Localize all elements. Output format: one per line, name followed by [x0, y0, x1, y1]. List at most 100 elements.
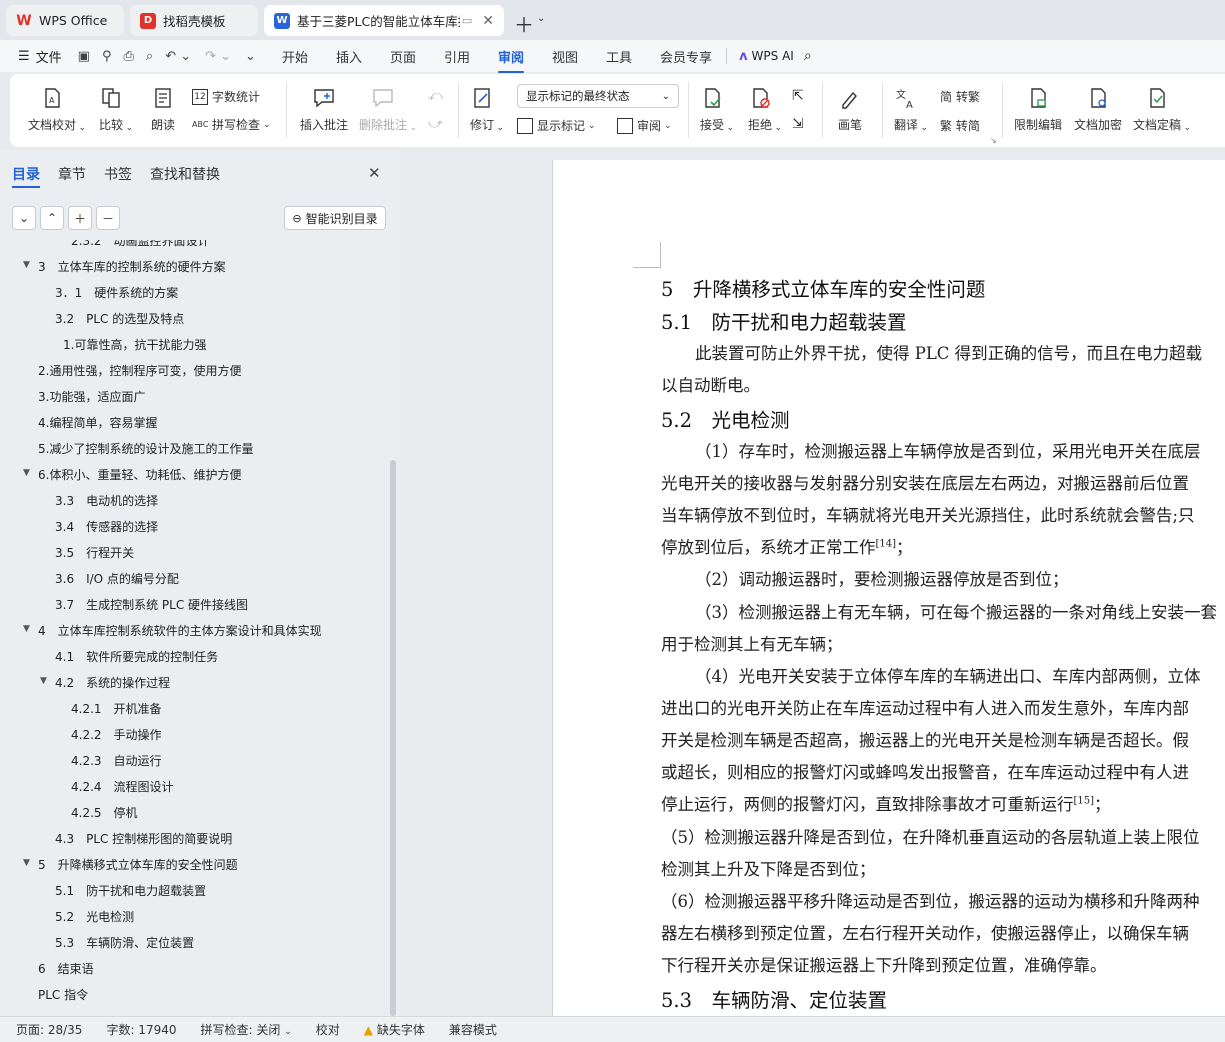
citation[interactable]: [15]	[1074, 796, 1095, 807]
scrollbar[interactable]	[390, 460, 396, 1016]
tab-find-replace[interactable]: 查找和替换	[150, 164, 220, 184]
accept-button[interactable]: 接受 ⌄	[700, 86, 734, 133]
toc-item[interactable]: 3.6 I/O 点的编号分配	[55, 570, 179, 587]
pen-button[interactable]: 画笔	[838, 86, 862, 133]
menu-page[interactable]: 页面	[390, 47, 416, 66]
wps-ai-icon[interactable]: ʌ	[739, 49, 747, 64]
toc-item[interactable]: 4.2.3 自动运行	[71, 752, 162, 769]
menu-reference[interactable]: 引用	[444, 47, 470, 66]
toc-item[interactable]: 6 结束语	[38, 960, 94, 977]
toc-item[interactable]: 2.通用性强，控制程序可变，使用方便	[38, 362, 241, 379]
toc-item[interactable]: ▼ 4.2 系统的操作过程	[40, 674, 170, 691]
toc-item[interactable]: 3.7 生成控制系统 PLC 硬件接线图	[55, 596, 248, 613]
close-icon[interactable]: ✕	[368, 164, 381, 182]
toc-item[interactable]: 4.2.5 停机	[71, 804, 138, 821]
toc-item[interactable]: 3.2 PLC 的选型及特点	[55, 310, 184, 327]
tab-chapters[interactable]: 章节	[58, 164, 86, 184]
menu-start[interactable]: 开始	[282, 47, 308, 66]
prev-comment-icon[interactable]: ⤺	[428, 88, 443, 104]
toc-item[interactable]: 4.2.4 流程图设计	[71, 778, 174, 795]
compare-button[interactable]: 比较 ⌄	[99, 86, 133, 133]
document-page[interactable]: 5 升降横移式立体车库的安全性问题 5.1 防干扰和电力超载装置 此装置可防止外…	[552, 160, 1225, 1016]
tab-docer-templates[interactable]: D 找稻壳模板	[130, 5, 258, 36]
toc-item[interactable]: ▼ 3 立体车库的控制系统的硬件方案	[23, 258, 226, 275]
delete-comment-button[interactable]: 删除批注 ⌄	[359, 86, 417, 133]
expand-group-icon[interactable]: ↘	[990, 136, 997, 145]
word-count-button[interactable]: 12 字数统计	[192, 88, 260, 105]
word-count[interactable]: 字数: 17940	[106, 1021, 176, 1038]
track-changes-button[interactable]: 修订 ⌄	[470, 86, 504, 133]
missing-font-button[interactable]: ▲ 缺失字体	[364, 1021, 425, 1038]
toc-item[interactable]: PLC 指令	[38, 986, 88, 1003]
toc-item[interactable]: 4.2.1 开机准备	[71, 700, 162, 717]
expand-arrow-icon[interactable]: ▼	[23, 858, 30, 868]
toc-item[interactable]: 5.减少了控制系统的设计及施工的工作量	[38, 440, 253, 457]
more-icon[interactable]: ⌄	[245, 49, 256, 64]
toc-item[interactable]: 4.编程简单，容易掌握	[38, 414, 157, 431]
menu-view[interactable]: 视图	[552, 47, 578, 66]
close-icon[interactable]: ✕	[482, 13, 494, 29]
undo-icon[interactable]: ↶ ⌄	[165, 49, 191, 64]
page-indicator[interactable]: 页面: 28/35	[16, 1021, 82, 1038]
collapse-all-button[interactable]: ⌄	[12, 206, 36, 230]
expand-arrow-icon[interactable]: ▼	[23, 468, 30, 478]
smart-toc-button[interactable]: ⊖ 智能识别目录	[284, 206, 386, 230]
toc-item[interactable]: 4.1 软件所要完成的控制任务	[55, 648, 218, 665]
to-traditional-button[interactable]: 简 转繁	[940, 88, 980, 105]
toc-item[interactable]: 3.功能强，适应面广	[38, 388, 145, 405]
toc-item[interactable]: 4.2.2 手动操作	[71, 726, 162, 743]
toc-item[interactable]: ▼ 6.体积小、重量轻、功耗低、维护方便	[23, 466, 241, 483]
next-comment-icon[interactable]: ⤻	[428, 116, 443, 132]
print-icon[interactable]: ⎙	[124, 49, 134, 64]
doc-check-button[interactable]: A 文档校对 ⌄	[28, 86, 86, 133]
translate-button[interactable]: 文A 翻译 ⌄	[894, 86, 928, 133]
toc-item[interactable]: 3．1 硬件系统的方案	[55, 284, 178, 301]
chevron-down-icon[interactable]: ⌄	[537, 13, 545, 24]
print-preview-icon[interactable]: ⌕	[146, 49, 153, 64]
toc-item[interactable]: ▼ 4 立体车库控制系统软件的主体方案设计和具体实现	[23, 622, 322, 639]
save-icon[interactable]: ▣	[78, 49, 90, 64]
menu-insert[interactable]: 插入	[336, 47, 362, 66]
menu-tools[interactable]: 工具	[606, 47, 632, 66]
expand-arrow-icon[interactable]: ▼	[23, 260, 30, 270]
next-change-icon[interactable]: ⇲	[792, 116, 804, 132]
toc-item[interactable]: 2.3.2 动画监控界面设计	[71, 240, 210, 249]
citation[interactable]: [14]	[876, 539, 897, 550]
toc-item[interactable]: 3.3 电动机的选择	[55, 492, 158, 509]
tab-wps-office[interactable]: W WPS Office	[6, 5, 124, 36]
encrypt-button[interactable]: 文档加密	[1074, 86, 1122, 133]
restrict-edit-button[interactable]: 限制编辑	[1014, 86, 1062, 133]
to-simplified-button[interactable]: 繁 转简	[940, 117, 980, 134]
new-tab-button[interactable]: ＋	[514, 9, 534, 38]
wps-ai-button[interactable]: WPS AI	[752, 49, 794, 63]
prev-change-icon[interactable]: ⇱	[792, 88, 804, 104]
toc-item[interactable]: ▼ 5 升降横移式立体车库的安全性问题	[23, 856, 238, 873]
spell-check-button[interactable]: ABC 拼写检查 ⌄	[192, 116, 271, 133]
markup-state-select[interactable]: 显示标记的最终状态 ⌄	[517, 84, 679, 108]
toc-item[interactable]: 5.2 光电检测	[55, 908, 134, 925]
spell-check-status[interactable]: 拼写检查: 关闭 ⌄	[201, 1021, 292, 1038]
menu-file[interactable]: 文件	[36, 47, 62, 66]
finalize-button[interactable]: 文档定稿 ⌄	[1133, 86, 1191, 133]
menu-review[interactable]: 审阅	[498, 47, 525, 73]
show-markup-button[interactable]: 显示标记 ⌄	[517, 117, 596, 134]
menu-vip[interactable]: 会员专享	[660, 47, 712, 66]
tab-toc[interactable]: 目录	[12, 164, 40, 184]
expand-arrow-icon[interactable]: ▼	[40, 676, 47, 686]
reject-button[interactable]: 拒绝 ⌄	[748, 86, 782, 133]
expand-up-button[interactable]: ⌃	[40, 206, 64, 230]
review-pane-button[interactable]: 审阅 ⌄	[617, 117, 672, 134]
toc-item[interactable]: 5.3 车辆防滑、定位装置	[55, 934, 194, 951]
toc-item[interactable]: 1.可靠性高，抗干扰能力强	[63, 336, 206, 353]
toc-item[interactable]: 3.5 行程开关	[55, 544, 134, 561]
tab-monitor-icon[interactable]: ▭	[462, 14, 472, 27]
add-heading-button[interactable]: ＋	[68, 206, 92, 230]
toc-item[interactable]: 5.1 防干扰和电力超载装置	[55, 882, 206, 899]
toc-item[interactable]: 3.4 传感器的选择	[55, 518, 158, 535]
search-icon[interactable]: ⌕	[804, 48, 812, 64]
redo-icon[interactable]: ↷ ⌄	[205, 49, 231, 64]
proofread-button[interactable]: 校对	[316, 1021, 340, 1038]
expand-arrow-icon[interactable]: ▼	[23, 624, 30, 634]
tab-bookmarks[interactable]: 书签	[104, 164, 132, 184]
read-aloud-button[interactable]: 朗读	[151, 86, 175, 133]
